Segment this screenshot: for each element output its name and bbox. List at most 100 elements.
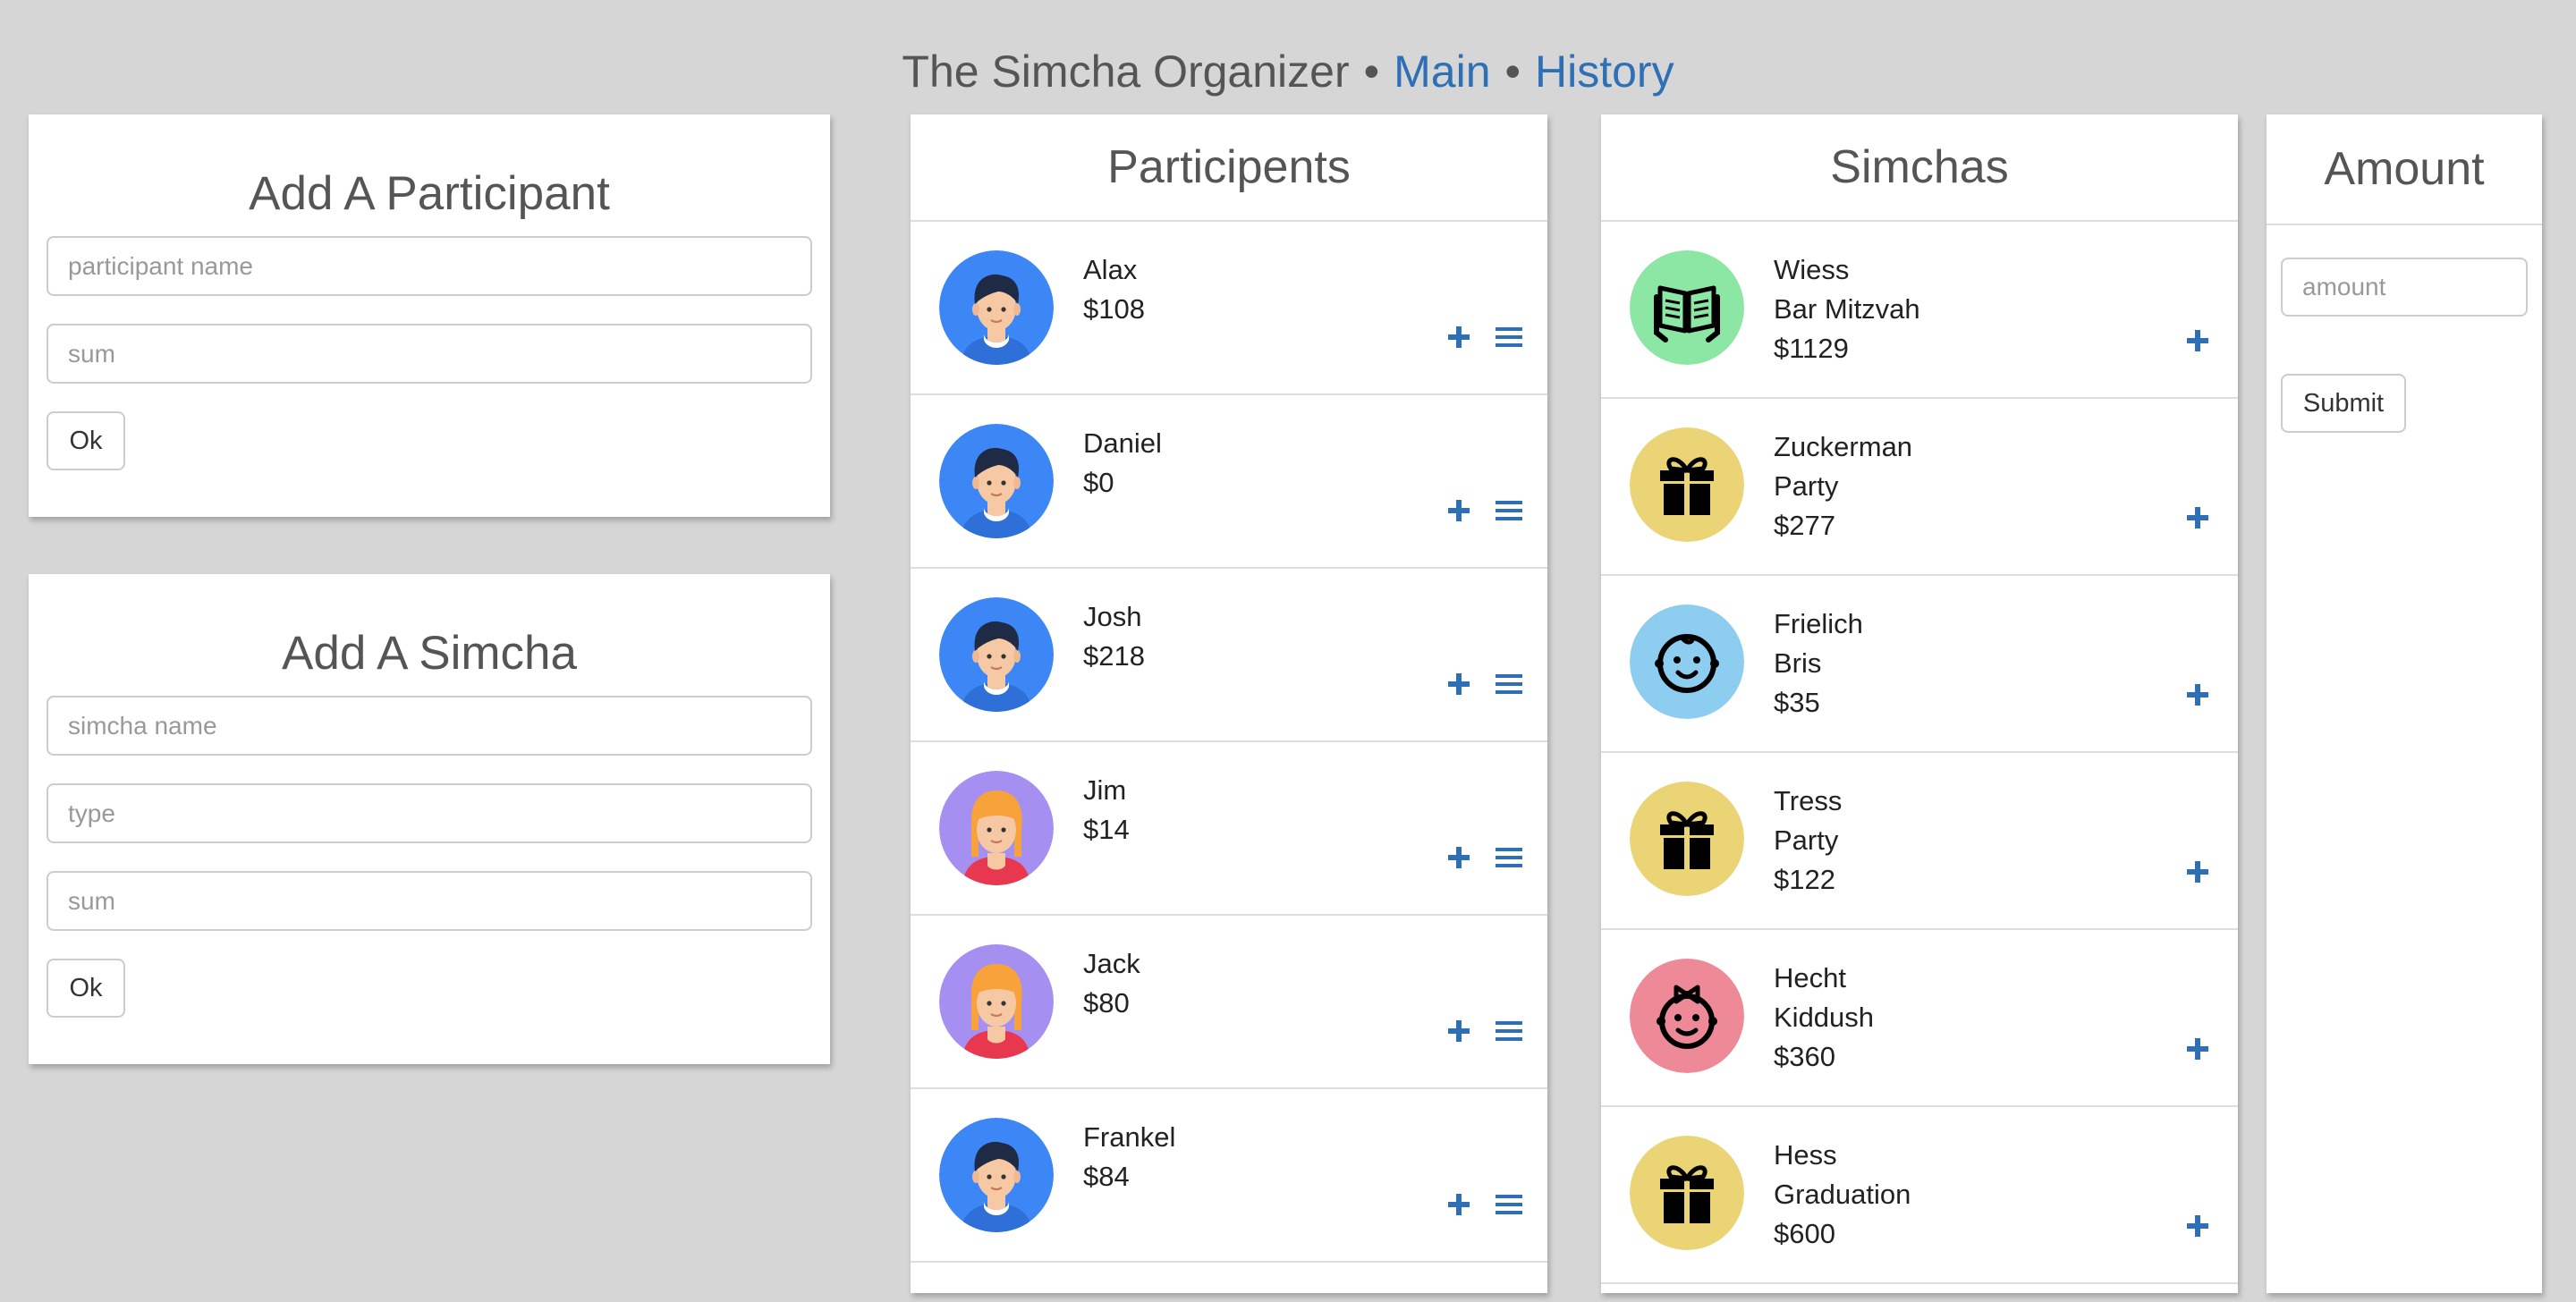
boy-avatar-icon: [939, 1118, 1054, 1232]
book-reader-icon: [1630, 250, 1744, 365]
girl-avatar-icon: [939, 944, 1054, 1059]
participant-name-input[interactable]: [47, 236, 812, 296]
participant-amount: $0: [1083, 467, 1114, 498]
participant-name: Josh: [1083, 601, 1142, 632]
plus-icon[interactable]: [1447, 672, 1470, 700]
simcha-row: Tress Party $122: [1601, 753, 2238, 930]
simcha-amount: $122: [1774, 864, 1835, 895]
participant-row: Jim $14: [911, 742, 1547, 916]
participant-amount: $218: [1083, 640, 1145, 672]
simchas-title: Simchas: [1601, 114, 2238, 222]
simcha-name: Tress: [1774, 785, 1843, 816]
participant-row: Jack $80: [911, 916, 1547, 1089]
menu-icon[interactable]: [1496, 1020, 1522, 1046]
participant-name: Alax: [1083, 254, 1138, 285]
participants-panel: Participents Alax $108 Daniel $0 Josh $2…: [911, 114, 1547, 1293]
simcha-info: Hess Graduation $600: [1774, 1136, 1911, 1254]
participant-amount: $84: [1083, 1161, 1130, 1192]
participant-sum-input[interactable]: [47, 324, 812, 384]
simchas-panel: Simchas Wiess Bar Mitzvah $1129 Zuckerma…: [1601, 114, 2238, 1293]
plus-icon[interactable]: [2186, 1214, 2209, 1242]
simcha-amount: $360: [1774, 1041, 1835, 1072]
menu-icon[interactable]: [1496, 673, 1522, 699]
simcha-type: Party: [1774, 824, 1839, 856]
plus-icon[interactable]: [2186, 1037, 2209, 1065]
nav-link-history[interactable]: History: [1535, 46, 1674, 97]
girl-avatar-icon: [939, 771, 1054, 885]
participant-row: Daniel $0: [911, 395, 1547, 569]
header-separator: •: [1363, 46, 1380, 97]
plus-icon[interactable]: [1447, 1193, 1470, 1221]
add-participant-ok-button[interactable]: Ok: [47, 411, 125, 470]
simcha-type: Bar Mitzvah: [1774, 293, 1920, 325]
participant-name: Jim: [1083, 774, 1127, 806]
add-participant-title: Add A Participant: [249, 167, 610, 220]
plus-icon[interactable]: [2186, 683, 2209, 711]
simcha-type-input[interactable]: [47, 783, 812, 843]
add-simcha-ok-button[interactable]: Ok: [47, 959, 125, 1018]
simchas-list: Wiess Bar Mitzvah $1129 Zuckerman Party …: [1601, 222, 2238, 1284]
boy-avatar-icon: [939, 250, 1054, 365]
simcha-row: Zuckerman Party $277: [1601, 399, 2238, 576]
amount-title: Amount: [2267, 114, 2542, 225]
plus-icon[interactable]: [2186, 329, 2209, 357]
simcha-type: Kiddush: [1774, 1002, 1875, 1033]
simcha-type: Graduation: [1774, 1179, 1911, 1210]
baby-face-icon: [1630, 604, 1744, 719]
menu-icon[interactable]: [1496, 847, 1522, 873]
app-title: The Simcha Organizer: [902, 46, 1350, 97]
amount-panel: Amount Submit: [2267, 114, 2542, 1293]
boy-avatar-icon: [939, 424, 1054, 538]
simcha-sum-input[interactable]: [47, 871, 812, 931]
participant-info: Josh $218: [1083, 597, 1145, 676]
amount-input[interactable]: [2281, 258, 2528, 317]
nav-link-main[interactable]: Main: [1394, 46, 1490, 97]
participants-title: Participents: [911, 114, 1547, 222]
plus-icon[interactable]: [1447, 846, 1470, 874]
simcha-name: Frielich: [1774, 608, 1863, 639]
plus-icon[interactable]: [2186, 506, 2209, 534]
participant-info: Alax $108: [1083, 250, 1145, 329]
amount-submit-button[interactable]: Submit: [2281, 374, 2406, 433]
simcha-info: Hecht Kiddush $360: [1774, 959, 1874, 1077]
participant-row: Frankel $84: [911, 1089, 1547, 1263]
gift-icon: [1630, 1136, 1744, 1250]
simcha-name-input[interactable]: [47, 696, 812, 756]
participant-info: Jim $14: [1083, 771, 1130, 850]
simcha-name: Hecht: [1774, 962, 1846, 993]
menu-icon[interactable]: [1496, 326, 1522, 352]
simcha-info: Frielich Bris $35: [1774, 604, 1863, 723]
participants-list: Alax $108 Daniel $0 Josh $218 Jim $14 Ja…: [911, 222, 1547, 1263]
menu-icon[interactable]: [1496, 1194, 1522, 1220]
participant-name: Jack: [1083, 948, 1140, 979]
plus-icon[interactable]: [1447, 499, 1470, 527]
simcha-amount: $600: [1774, 1218, 1835, 1249]
simcha-amount: $277: [1774, 510, 1835, 541]
simcha-amount: $1129: [1774, 333, 1849, 364]
simcha-name: Zuckerman: [1774, 431, 1913, 462]
simcha-type: Bris: [1774, 647, 1822, 679]
participant-row: Alax $108: [911, 222, 1547, 395]
participant-name: Frankel: [1083, 1121, 1176, 1153]
simcha-info: Zuckerman Party $277: [1774, 427, 1912, 545]
simcha-row: Frielich Bris $35: [1601, 576, 2238, 753]
participant-amount: $14: [1083, 814, 1130, 845]
plus-icon[interactable]: [2186, 860, 2209, 888]
participant-row: Josh $218: [911, 569, 1547, 742]
gift-icon: [1630, 427, 1744, 542]
add-simcha-title: Add A Simcha: [282, 627, 577, 680]
simcha-amount: $35: [1774, 687, 1820, 718]
simcha-info: Wiess Bar Mitzvah $1129: [1774, 250, 1920, 368]
plus-icon[interactable]: [1447, 1019, 1470, 1047]
add-participant-card: Add A Participant Ok: [29, 114, 830, 517]
simcha-row: Wiess Bar Mitzvah $1129: [1601, 222, 2238, 399]
participant-amount: $80: [1083, 987, 1130, 1019]
page-header: The Simcha Organizer • Main • History: [0, 36, 2576, 107]
participant-info: Jack $80: [1083, 944, 1140, 1023]
header-separator: •: [1504, 46, 1521, 97]
add-simcha-card: Add A Simcha Ok: [29, 574, 830, 1064]
plus-icon[interactable]: [1447, 326, 1470, 353]
boy-avatar-icon: [939, 597, 1054, 712]
menu-icon[interactable]: [1496, 500, 1522, 526]
baby-girl-face-icon: [1630, 959, 1744, 1073]
